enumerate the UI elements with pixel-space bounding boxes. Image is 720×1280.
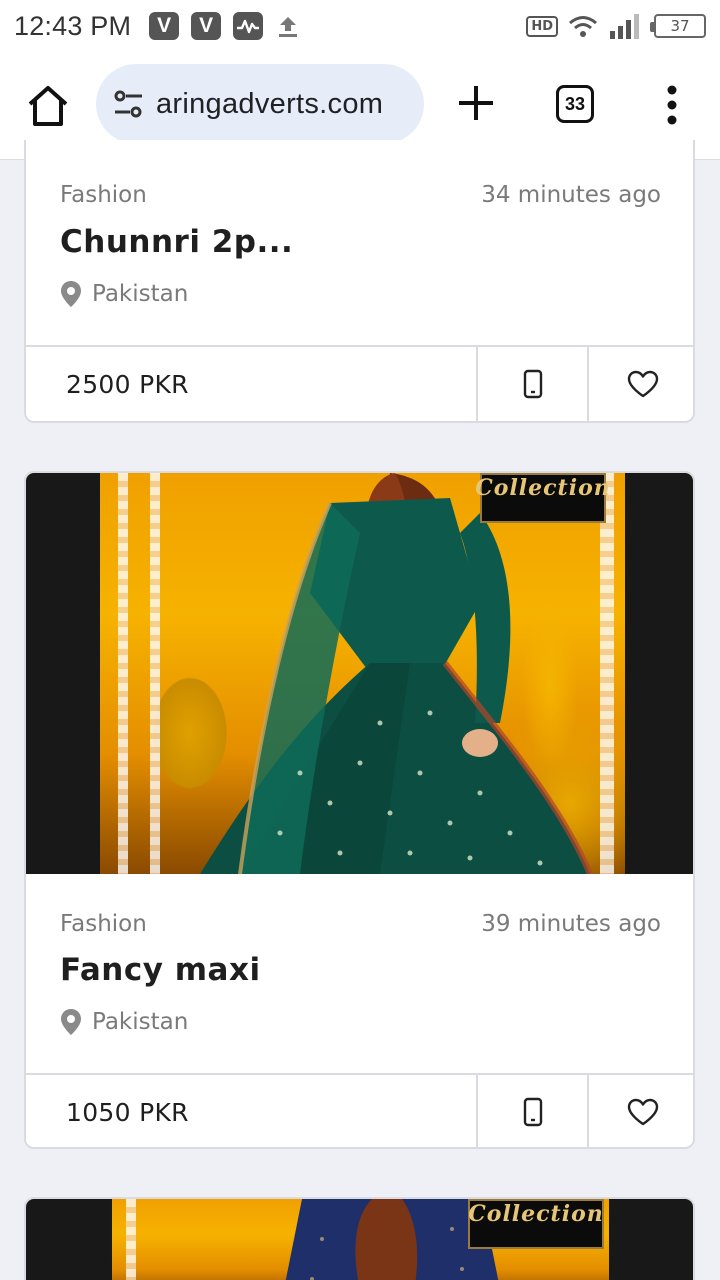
phone-icon — [523, 369, 542, 399]
photo: Collection — [112, 1199, 609, 1280]
listing-price: 1050 PKR — [26, 1075, 478, 1147]
listing-card[interactable]: Collection — [24, 1197, 695, 1280]
photo: Collection — [100, 473, 625, 874]
favorite-button[interactable] — [587, 1075, 693, 1147]
hd-voice-icon: HD — [526, 15, 558, 37]
watermark-logo: Collection — [468, 1199, 604, 1249]
call-button[interactable] — [478, 1075, 587, 1147]
dress-figure — [180, 473, 600, 874]
home-icon[interactable] — [24, 82, 72, 130]
pin-icon — [61, 1009, 81, 1035]
battery-icon: 37 — [650, 14, 706, 38]
tab-switcher-button[interactable]: 33 — [556, 85, 594, 123]
listing-location: Pakistan — [60, 280, 188, 308]
pin-icon — [61, 281, 81, 307]
listing-footer: 1050 PKR — [26, 1073, 693, 1147]
listing-time: 39 minutes ago — [481, 911, 661, 937]
listing-card[interactable]: Collection Fashion 39 minutes ago Fancy … — [24, 471, 695, 1149]
listing-category: Fashion — [60, 182, 147, 208]
listing-footer: 2500 PKR — [26, 345, 693, 421]
app-notification-icon: V — [191, 12, 222, 40]
heart-icon — [627, 370, 658, 398]
listing-title[interactable]: Chunnri 2p... — [60, 224, 293, 260]
address-bar[interactable]: aringadverts.com — [96, 64, 424, 144]
wifi-icon — [569, 16, 597, 37]
status-time: 12:43 PM — [14, 10, 132, 41]
listing-price: 2500 PKR — [26, 347, 478, 421]
phone-icon — [523, 1097, 542, 1127]
favorite-button[interactable] — [587, 347, 693, 421]
location-text: Pakistan — [92, 1009, 189, 1035]
tune-icon[interactable] — [112, 87, 146, 121]
system-icons: HD 37 — [526, 13, 706, 39]
listing-card[interactable]: Fashion 34 minutes ago Chunnri 2p... Pak… — [24, 140, 695, 423]
listing-title[interactable]: Fancy maxi — [60, 952, 261, 988]
listing-image[interactable]: Collection — [26, 1199, 693, 1280]
watermark-logo: Collection — [475, 473, 610, 523]
plus-icon[interactable] — [455, 82, 497, 124]
listing-location: Pakistan — [60, 1008, 188, 1036]
more-vert-icon[interactable] — [660, 84, 684, 126]
location-text: Pakistan — [92, 281, 189, 307]
watermark-text: Collection — [468, 1201, 604, 1227]
listing-category: Fashion — [60, 911, 147, 937]
upload-icon — [279, 17, 298, 37]
status-bar: 12:43 PM V V HD 37 — [0, 0, 720, 52]
app-notification-icon: V — [149, 12, 180, 40]
url-text: aringadverts.com — [156, 87, 384, 120]
listing-time: 34 minutes ago — [481, 182, 661, 208]
signal-icon — [610, 14, 639, 39]
notification-icons: V V — [149, 12, 301, 40]
activity-icon — [233, 12, 264, 40]
watermark-text: Collection — [475, 475, 611, 501]
heart-icon — [627, 1098, 658, 1126]
listing-image[interactable]: Collection — [26, 473, 693, 874]
call-button[interactable] — [478, 347, 587, 421]
